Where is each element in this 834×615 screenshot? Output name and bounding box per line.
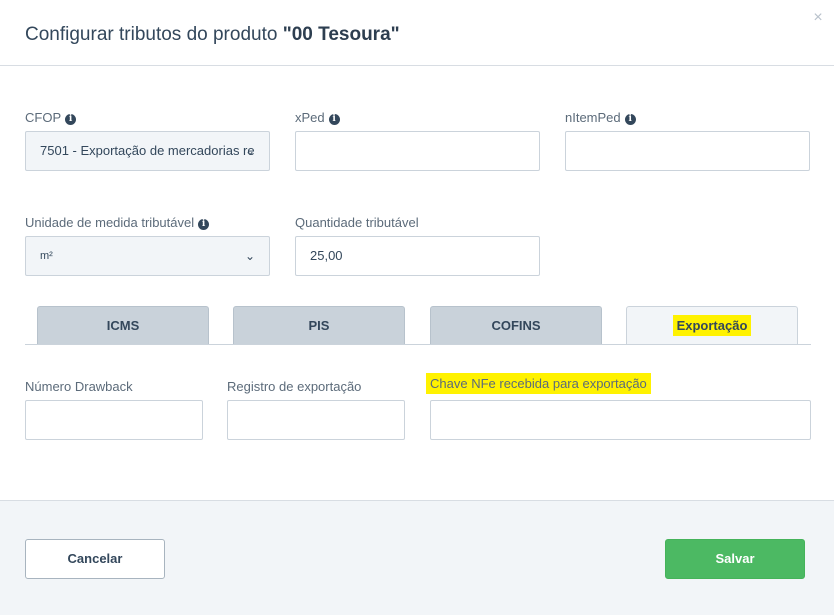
chave-label: Chave NFe recebida para exportação	[426, 373, 651, 394]
info-icon[interactable]: i	[328, 114, 340, 125]
info-icon[interactable]: i	[65, 114, 77, 125]
cancel-button[interactable]: Cancelar	[25, 539, 165, 579]
modal-title-prefix: Configurar tributos do produto	[25, 24, 283, 45]
nitemped-label-text: nItemPed	[565, 110, 621, 125]
nitemped-input[interactable]	[565, 131, 810, 171]
info-icon[interactable]: i	[198, 219, 210, 230]
tab-icms[interactable]: ICMS	[37, 306, 209, 344]
modal-title: Configurar tributos do produto "00 Tesou…	[25, 24, 400, 46]
tab-exportacao-label: Exportação	[672, 315, 752, 336]
drawback-label: Número Drawback	[25, 379, 133, 394]
tab-exportacao[interactable]: Exportação	[626, 306, 798, 344]
xped-input[interactable]	[295, 131, 540, 171]
quantidade-input[interactable]: 25,00	[295, 236, 540, 276]
cfop-label-text: CFOP	[25, 110, 62, 125]
registro-label: Registro de exportação	[227, 379, 362, 394]
tab-pis[interactable]: PIS	[233, 306, 405, 344]
modal-header: Configurar tributos do produto "00 Tesou…	[0, 0, 834, 66]
info-icon[interactable]: i	[624, 114, 636, 125]
chave-input[interactable]	[430, 400, 811, 440]
drawback-input[interactable]	[25, 400, 203, 440]
cfop-select-value: 7501 - Exportação de mercadorias recebid…	[40, 143, 255, 158]
unidade-label: Unidade de medida tributável i	[25, 215, 210, 230]
xped-label-text: xPed	[295, 110, 325, 125]
unidade-label-text: Unidade de medida tributável	[25, 215, 195, 230]
cfop-select[interactable]: 7501 - Exportação de mercadorias recebid…	[25, 131, 270, 171]
chevron-down-icon: ⌄	[244, 249, 255, 263]
registro-input[interactable]	[227, 400, 405, 440]
quantidade-label: Quantidade tributável	[295, 215, 419, 230]
chevron-down-icon: ⌄	[244, 144, 255, 158]
close-icon[interactable]: ×	[810, 10, 826, 26]
tab-cofins[interactable]: COFINS	[430, 306, 602, 344]
save-button[interactable]: Salvar	[665, 539, 805, 579]
nitemped-label: nItemPed i	[565, 110, 636, 125]
xped-label: xPed i	[295, 110, 340, 125]
modal-title-product: "00 Tesoura"	[282, 24, 400, 45]
chave-label-text: Chave NFe recebida para exportação	[426, 373, 651, 394]
cfop-label: CFOP i	[25, 110, 77, 125]
unidade-select-value: m²	[40, 250, 53, 262]
unidade-select[interactable]: m² ⌄	[25, 236, 270, 276]
tab-divider	[25, 344, 811, 345]
